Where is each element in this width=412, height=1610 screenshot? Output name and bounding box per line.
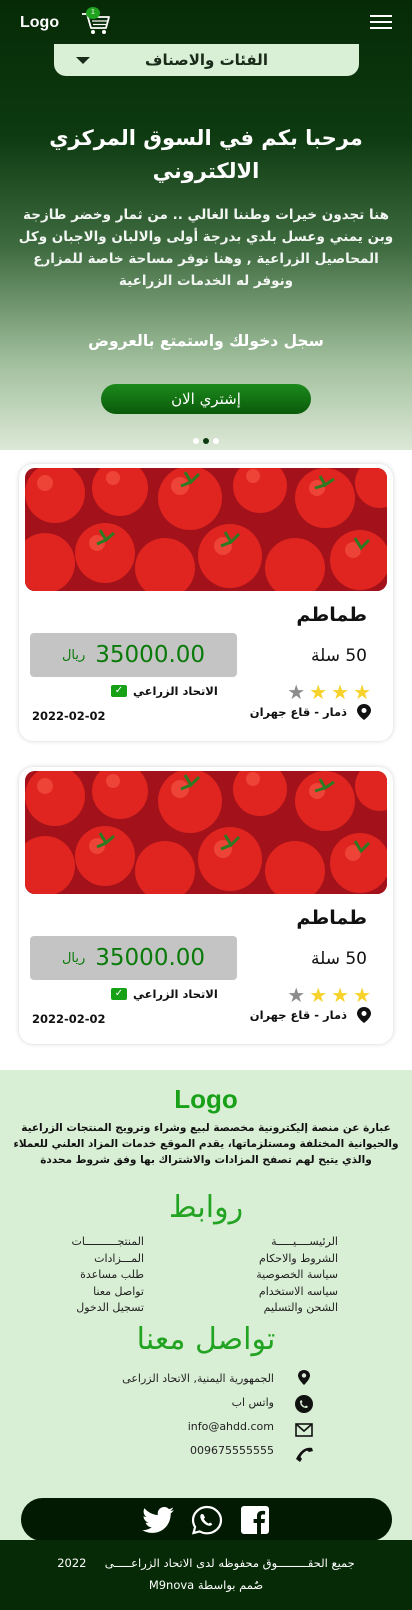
products-list: طماطم 50 سلة 35000.00 ريال ★ ★ ★ ★ ✓ الا… bbox=[0, 450, 412, 1044]
rating-stars: ★ ★ ★ ★ bbox=[287, 985, 371, 1005]
twitter-icon[interactable] bbox=[141, 1505, 176, 1535]
location-info: ذمار - قاع جهران bbox=[250, 704, 371, 720]
hero-cta-text: سجل دخولك واستمتع بالعروض bbox=[88, 332, 324, 350]
links-heading: روابط bbox=[168, 1190, 244, 1225]
footer-links-right: الرئيســــيـــــة الشروط والاحكام سياسة … bbox=[256, 1234, 338, 1317]
menu-icon[interactable] bbox=[370, 15, 392, 29]
footer-link-help[interactable]: طلب مساعدة bbox=[72, 1267, 144, 1284]
phone-icon[interactable] bbox=[292, 1444, 316, 1464]
seller-name: الاتحاد الزراعي bbox=[133, 987, 218, 1001]
contact-whatsapp[interactable]: واتس اب bbox=[232, 1396, 274, 1409]
quantity-value: 50 bbox=[345, 646, 367, 666]
footer-logo[interactable]: Logo bbox=[0, 1084, 412, 1115]
footer-link-home[interactable]: الرئيســــيـــــة bbox=[256, 1234, 338, 1251]
contact-address: الجمهورية اليمنية, الاتحاد الزراعى bbox=[122, 1372, 274, 1385]
facebook-icon[interactable] bbox=[238, 1505, 272, 1535]
product-date: 2022-02-02 bbox=[32, 709, 106, 723]
credit: صٌمم بواسطة M9nova bbox=[0, 1578, 412, 1592]
star-icon-filled: ★ bbox=[309, 680, 328, 704]
price-currency: ريال bbox=[61, 647, 86, 663]
carousel-dot-active[interactable] bbox=[203, 438, 209, 444]
tomatoes-image bbox=[25, 468, 387, 591]
social-bar bbox=[21, 1498, 392, 1541]
carousel-dot[interactable] bbox=[193, 438, 199, 444]
rating-stars: ★ ★ ★ ★ bbox=[287, 682, 371, 702]
price-value: 35000.00 bbox=[95, 642, 206, 668]
footer-link-usage-policy[interactable]: سياسه الاستخدام bbox=[256, 1284, 338, 1301]
star-icon-filled: ★ bbox=[309, 983, 328, 1007]
product-date: 2022-02-02 bbox=[32, 1012, 106, 1026]
categories-label: الفئات والاصناف bbox=[145, 51, 268, 69]
credit-brand[interactable]: M9nova bbox=[149, 1578, 194, 1592]
seller-name: الاتحاد الزراعي bbox=[133, 684, 218, 698]
footer-link-privacy[interactable]: سياسة الخصوصية bbox=[256, 1267, 338, 1284]
contact-email[interactable]: info@ahdd.com bbox=[188, 1420, 274, 1433]
product-card[interactable]: طماطم 50 سلة 35000.00 ريال ★ ★ ★ ★ ✓ الا… bbox=[19, 464, 393, 741]
header-logo[interactable]: Logo bbox=[20, 14, 59, 32]
copyright-text: جميع الحقـــــــــوق محفوظه لدى الاتحاد … bbox=[104, 1556, 355, 1570]
location-pin-icon bbox=[357, 704, 371, 720]
product-card[interactable]: طماطم 50 سلة 35000.00 ريال ★ ★ ★ ★ ✓ الا… bbox=[19, 767, 393, 1044]
star-icon-filled: ★ bbox=[331, 680, 350, 704]
footer-link-shipping[interactable]: الشحن والتسليم bbox=[256, 1300, 338, 1317]
star-icon-empty: ★ bbox=[287, 680, 306, 704]
product-quantity: 50 سلة bbox=[311, 949, 367, 969]
copyright: جميع الحقـــــــــوق محفوظه لدى الاتحاد … bbox=[0, 1556, 412, 1570]
top-bar: Logo 1 bbox=[0, 0, 412, 44]
price-value: 35000.00 bbox=[95, 945, 206, 971]
location-pin-icon bbox=[357, 1007, 371, 1023]
product-image[interactable] bbox=[25, 771, 387, 894]
product-quantity: 50 سلة bbox=[311, 646, 367, 666]
hero-description: هنا تجدون خيرات وطننا الغالي .. من ثمار … bbox=[18, 207, 394, 289]
contact-phone[interactable]: 009675555555 bbox=[190, 1444, 274, 1457]
copyright-year: 2022 bbox=[57, 1556, 87, 1570]
categories-dropdown[interactable]: الفئات والاصناف bbox=[54, 44, 359, 76]
seller-info: ✓ الاتحاد الزراعي bbox=[111, 684, 218, 698]
footer-links-left: المنتجــــــــــات المـــزادات طلب مساعد… bbox=[72, 1234, 144, 1317]
whatsapp-icon[interactable] bbox=[190, 1505, 224, 1535]
carousel-indicators bbox=[0, 438, 412, 444]
price-currency: ريال bbox=[61, 950, 86, 966]
hero-title: مرحبا بكم في السوق المركزي الالكتروني bbox=[49, 126, 363, 183]
footer: Logo عبارة عن منصة إليكترونية مخصصة لبيع… bbox=[0, 1070, 412, 1541]
cart-count-badge: 1 bbox=[86, 7, 100, 19]
footer-link-contact[interactable]: تواصل معنا bbox=[72, 1284, 144, 1301]
tomatoes-image bbox=[25, 771, 387, 894]
star-icon-filled: ★ bbox=[331, 983, 350, 1007]
contact-heading: تواصل معنا bbox=[136, 1322, 276, 1357]
price-box: 35000.00 ريال bbox=[30, 633, 237, 677]
check-icon: ✓ bbox=[111, 988, 127, 1000]
quantity-value: 50 bbox=[345, 949, 367, 969]
bottom-bar: جميع الحقـــــــــوق محفوظه لدى الاتحاد … bbox=[0, 1540, 412, 1610]
carousel-dot[interactable] bbox=[213, 438, 219, 444]
quantity-unit: سلة bbox=[310, 949, 340, 969]
chevron-down-icon bbox=[76, 57, 90, 64]
location-text: ذمار - قاع جهران bbox=[249, 705, 347, 719]
product-name[interactable]: طماطم bbox=[296, 604, 367, 626]
product-image[interactable] bbox=[25, 468, 387, 591]
star-icon-filled: ★ bbox=[353, 983, 371, 1007]
star-icon-empty: ★ bbox=[287, 983, 306, 1007]
seller-info: ✓ الاتحاد الزراعي bbox=[111, 987, 218, 1001]
quantity-unit: سلة bbox=[310, 646, 340, 666]
check-icon: ✓ bbox=[111, 685, 127, 697]
footer-link-terms[interactable]: الشروط والاحكام bbox=[256, 1251, 338, 1268]
footer-link-auctions[interactable]: المـــزادات bbox=[72, 1251, 144, 1268]
footer-link-products[interactable]: المنتجــــــــــات bbox=[72, 1234, 144, 1251]
whatsapp-icon[interactable] bbox=[292, 1394, 316, 1414]
price-box: 35000.00 ريال bbox=[30, 936, 237, 980]
footer-about: عبارة عن منصة إليكترونية مخصصة لبيع وشرا… bbox=[13, 1122, 399, 1166]
credit-text: صٌمم بواسطة bbox=[197, 1578, 264, 1592]
location-pin-icon bbox=[298, 1370, 310, 1385]
product-name[interactable]: طماطم bbox=[296, 907, 367, 929]
hero-section: Logo 1 الفئات والاصناف مرحبا بكم في السو… bbox=[0, 0, 412, 450]
star-icon-filled: ★ bbox=[353, 680, 371, 704]
buy-now-button[interactable]: إشتري الان bbox=[101, 384, 311, 414]
location-info: ذمار - قاع جهران bbox=[250, 1007, 371, 1023]
footer-link-login[interactable]: تسجيل الدخول bbox=[72, 1300, 144, 1317]
email-icon[interactable] bbox=[292, 1420, 316, 1440]
location-text: ذمار - قاع جهران bbox=[249, 1008, 347, 1022]
